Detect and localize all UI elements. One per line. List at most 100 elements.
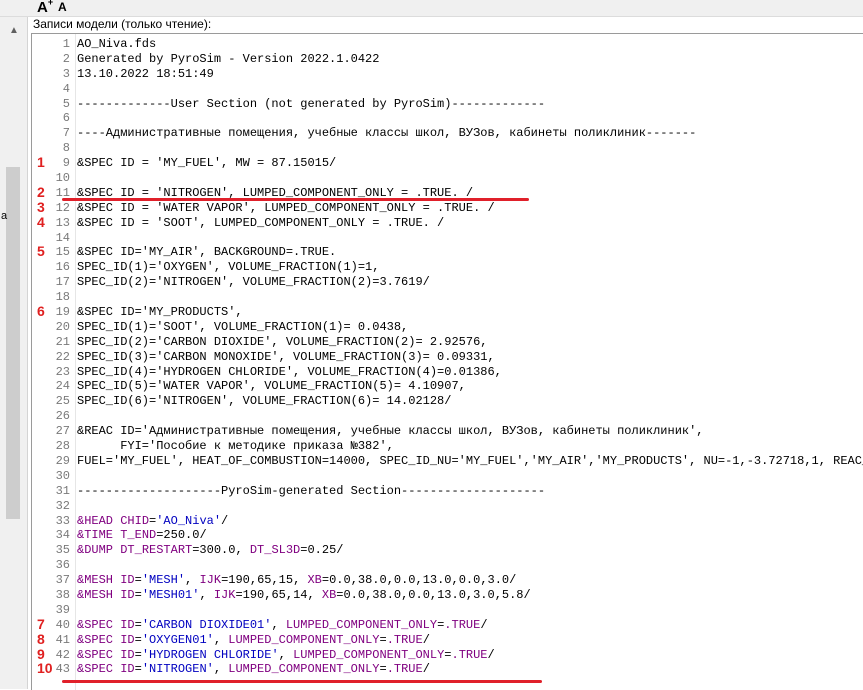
code-text: AO_Niva.fds [77, 37, 157, 51]
line-number: 27 [55, 424, 70, 439]
code-text: &TIME T_END=250.0/ [77, 528, 207, 543]
line-number: 31 [55, 483, 70, 498]
code-line: 17 SPEC_ID(2)='NITROGEN', VOLUME_FRACTION… [32, 275, 863, 290]
line-number: 38 [55, 587, 70, 602]
code-line: 37 &MESH ID='MESH', IJK=190,65,15, XB=0.0… [32, 573, 863, 588]
line-number: 30 [55, 468, 70, 483]
line-number: 25 [55, 394, 70, 409]
line-number: 17 [55, 275, 70, 290]
code-line: 9 &SPEC ID = 'MY_FUEL', MW = 87.15015/1 [32, 154, 863, 171]
code-line: 29 FUEL='MY_FUEL', HEAT_OF_COMBUSTION=140… [32, 454, 863, 469]
code-line: 25 SPEC_ID(6)='NITROGEN', VOLUME_FRACTION… [32, 394, 863, 409]
code-text: &SPEC ID='CARBON DIOXIDE01', LUMPED_COMP… [77, 617, 488, 632]
code-text: FYI='Пособие к методике приказа №382', [77, 439, 394, 454]
line-number: 6 [62, 111, 70, 126]
code-text: &MESH ID='MESH', IJK=190,65,15, XB=0.0,3… [77, 573, 517, 588]
nitrogen-underline-1 [62, 198, 529, 201]
code-line: 10 [32, 171, 863, 186]
annotation-number: 2 [37, 183, 45, 200]
code-viewer[interactable]: 1 AO_Niva.fds 2 Generated by PyroSim - Vers… [31, 33, 863, 690]
left-panel: ▲ a [0, 17, 28, 689]
records-caption: Записи модели (только чтение): [33, 17, 212, 31]
font-increase-sup: + [47, 0, 54, 7]
code-text: SPEC_ID(5)='WATER VAPOR', VOLUME_FRACTIO… [77, 379, 466, 394]
code-lines: 1 AO_Niva.fds 2 Generated by PyroSim - Vers… [32, 37, 863, 677]
line-number: 35 [55, 543, 70, 558]
code-line: 1 AO_Niva.fds [32, 37, 863, 52]
code-line: 5 -------------User Section (not generate… [32, 97, 863, 112]
code-text: &HEAD CHID='AO_Niva'/ [77, 513, 229, 528]
code-text: SPEC_ID(1)='SOOT', VOLUME_FRACTION(1)= 0… [77, 319, 409, 334]
annotation-number: 1 [37, 154, 45, 171]
code-text: -------------User Section (not generated… [77, 96, 546, 111]
line-number: 28 [55, 439, 70, 454]
code-line: 42 &SPEC ID='HYDROGEN CHLORIDE', LUMPED_C… [32, 645, 863, 663]
line-number: 32 [55, 498, 70, 513]
code-line: 24 SPEC_ID(5)='WATER VAPOR', VOLUME_FRACT… [32, 379, 863, 394]
code-line: 12 &SPEC ID = 'WATER VAPOR', LUMPED_COMPO… [32, 198, 863, 216]
annotation-number: 9 [37, 645, 45, 662]
code-text: ----Административные помещения, учебные … [77, 126, 697, 141]
code-text: --------------------PyroSim-generated Se… [77, 483, 546, 498]
font-increase-label: A [37, 0, 48, 16]
code-text: FUEL='MY_FUEL', HEAT_OF_COMBUSTION=14000… [77, 453, 863, 468]
code-line: 15 &SPEC ID='MY_AIR', BACKGROUND=.TRUE. 5 [32, 244, 863, 260]
code-line: 8 [32, 141, 863, 156]
code-line: 22 SPEC_ID(3)='CARBON MONOXIDE', VOLUME_F… [32, 350, 863, 365]
code-text: &MESH ID='MESH01', IJK=190,65,14, XB=0.0… [77, 587, 531, 602]
code-line: 40 &SPEC ID='CARBON DIOXIDE01', LUMPED_CO… [32, 616, 863, 633]
code-text: &DUMP DT_RESTART=300.0, DT_SL3D=0.25/ [77, 543, 344, 558]
annotation-number: 8 [37, 630, 45, 647]
code-text: &SPEC ID = 'WATER VAPOR', LUMPED_COMPONE… [77, 200, 495, 215]
code-line: 36 [32, 558, 863, 573]
code-line: 31 --------------------PyroSim-generated … [32, 484, 863, 499]
scrollbar-thumb[interactable] [6, 167, 20, 519]
code-text: &SPEC ID='NITROGEN', LUMPED_COMPONENT_ON… [77, 662, 430, 677]
code-text: SPEC_ID(2)='NITROGEN', VOLUME_FRACTION(2… [77, 275, 430, 290]
line-number: 5 [62, 96, 70, 111]
line-number: 7 [62, 126, 70, 141]
code-line: 2 Generated by PyroSim - Version 2022.1.0… [32, 52, 863, 67]
line-number: 36 [55, 558, 70, 573]
line-number: 22 [55, 349, 70, 364]
code-line: 39 [32, 603, 863, 618]
line-number: 33 [55, 513, 70, 528]
code-line: 34 &TIME T_END=250.0/ [32, 528, 863, 543]
code-line: 4 [32, 82, 863, 97]
code-text: Generated by PyroSim - Version 2022.1.04… [77, 51, 380, 66]
line-number: 24 [55, 379, 70, 394]
code-line: 19 &SPEC ID='MY_PRODUCTS', 6 [32, 303, 863, 320]
annotation-number: 3 [37, 198, 45, 215]
line-number: 34 [55, 528, 70, 543]
code-text: &SPEC ID='MY_AIR', BACKGROUND=.TRUE. [77, 245, 337, 260]
line-number: 37 [55, 573, 70, 588]
code-line: 7 ----Административные помещения, учебные… [32, 126, 863, 141]
code-text: &REAC ID='Административные помещения, уч… [77, 424, 704, 439]
code-line: 16 SPEC_ID(1)='OXYGEN', VOLUME_FRACTION(1… [32, 260, 863, 275]
code-text: &SPEC ID='HYDROGEN CHLORIDE', LUMPED_COM… [77, 647, 495, 662]
toolbar: A+ A [0, 0, 863, 17]
line-number: 23 [55, 364, 70, 379]
code-line: 32 [32, 499, 863, 514]
code-text: &SPEC ID = 'SOOT', LUMPED_COMPONENT_ONLY… [77, 215, 445, 230]
font-decrease-button[interactable]: A [58, 0, 67, 14]
line-number: 3 [62, 66, 70, 81]
line-number: 1 [62, 37, 70, 51]
annotation-number: 10 [37, 660, 53, 677]
line-number: 21 [55, 334, 70, 349]
code-text: &SPEC ID='MY_PRODUCTS', [77, 305, 243, 320]
code-line: 20 SPEC_ID(1)='SOOT', VOLUME_FRACTION(1)=… [32, 320, 863, 335]
code-line: 35 &DUMP DT_RESTART=300.0, DT_SL3D=0.25/ [32, 543, 863, 558]
line-number: 4 [62, 81, 70, 96]
font-increase-button[interactable]: A+ [37, 0, 53, 16]
code-line: 28 FYI='Пособие к методике приказа №382'… [32, 439, 863, 454]
code-text: 13.10.2022 18:51:49 [77, 66, 214, 81]
code-line: 21 SPEC_ID(2)='CARBON DIOXIDE', VOLUME_FR… [32, 335, 863, 350]
code-line: 18 [32, 290, 863, 305]
code-line: 13 &SPEC ID = 'SOOT', LUMPED_COMPONENT_ON… [32, 214, 863, 231]
scroll-up-icon[interactable]: ▲ [5, 23, 23, 39]
code-line: 38 &MESH ID='MESH01', IJK=190,65,14, XB=0… [32, 588, 863, 603]
annotation-number: 6 [37, 303, 45, 320]
code-text: SPEC_ID(6)='NITROGEN', VOLUME_FRACTION(6… [77, 394, 452, 409]
code-text: SPEC_ID(4)='HYDROGEN CHLORIDE', VOLUME_F… [77, 364, 502, 379]
